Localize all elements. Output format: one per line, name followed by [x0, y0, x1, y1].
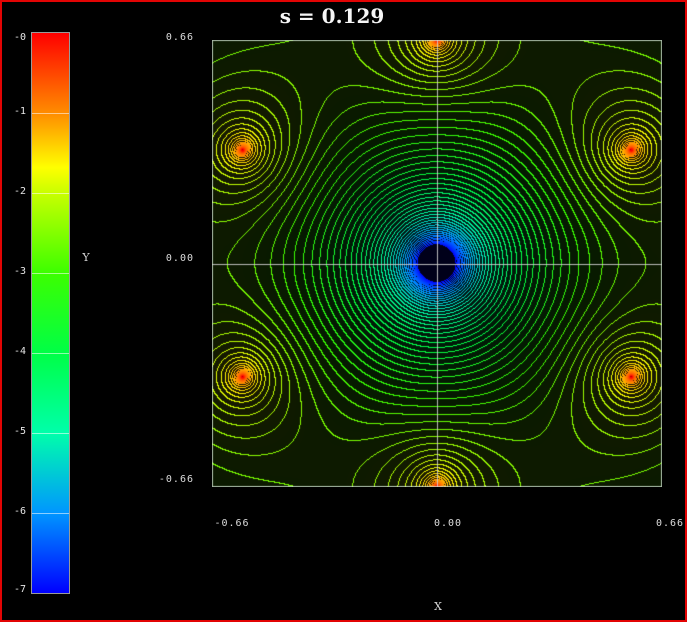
colorbar-divider: [32, 113, 69, 114]
y-axis-title: Y: [78, 251, 94, 264]
y-tick-label: -0.66: [140, 474, 194, 486]
colorbar-tick-label: -6: [4, 506, 26, 518]
colorbar-tick-label: -7: [4, 584, 26, 596]
colorbar-divider: [32, 433, 69, 434]
colorbar-tick-label: -4: [4, 346, 26, 358]
plot-window: s = 0.129 -0 -1 -2 -3 -4 -5 -6 -7 Y X 0.…: [0, 0, 687, 622]
colorbar-tick-label: -0: [4, 32, 26, 44]
colorbar-divider: [32, 273, 69, 274]
x-tick-label: 0.66: [635, 518, 687, 530]
colorbar-tick-label: -2: [4, 186, 26, 198]
x-axis-title: X: [428, 600, 448, 613]
y-tick-label: 0.66: [140, 32, 194, 44]
colorbar-gradient: [32, 33, 69, 593]
plot-title: s = 0.129: [232, 4, 432, 28]
colorbar-tick-label: -5: [4, 426, 26, 438]
colorbar-tick-label: -1: [4, 106, 26, 118]
colorbar: [31, 32, 70, 594]
colorbar-tick-label: -3: [4, 266, 26, 278]
colorbar-divider: [32, 513, 69, 514]
x-tick-label: -0.66: [197, 518, 267, 530]
x-tick-label: 0.00: [413, 518, 483, 530]
colorbar-divider: [32, 193, 69, 194]
y-tick-label: 0.00: [140, 253, 194, 265]
colorbar-divider: [32, 353, 69, 354]
contour-plot-canvas: [212, 40, 662, 487]
